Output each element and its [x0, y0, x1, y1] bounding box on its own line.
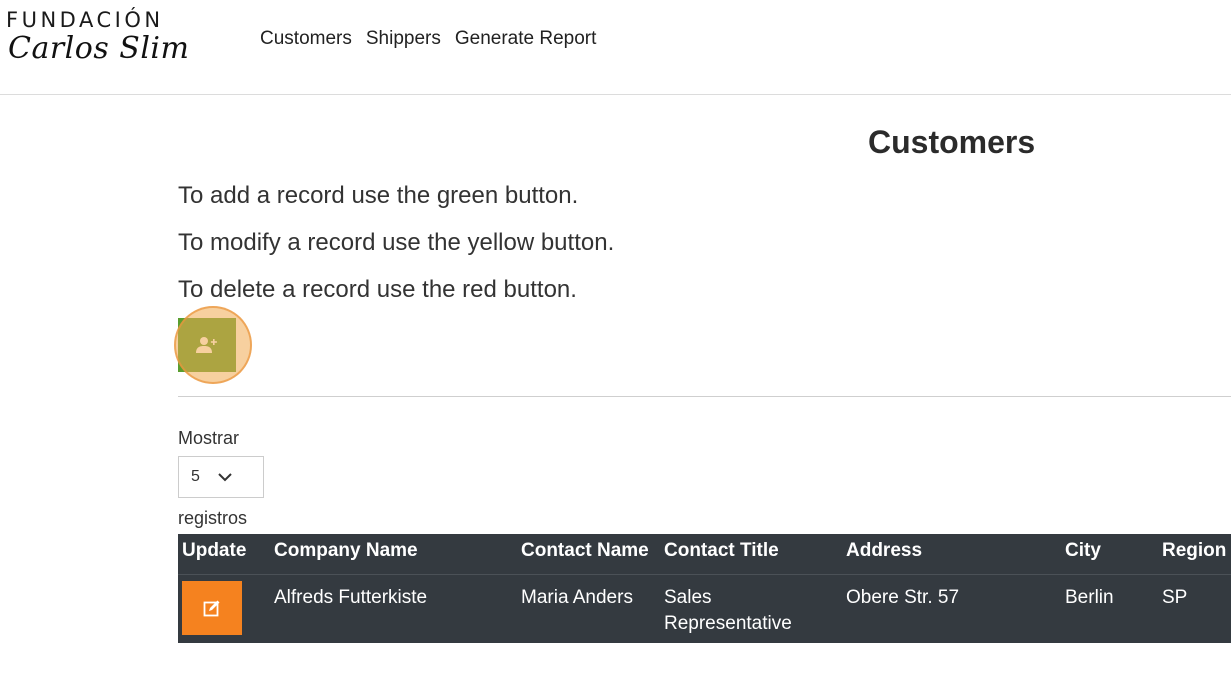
cell-contact-name: Maria Anders	[517, 574, 660, 643]
nav-links: Customers Shippers Generate Report	[260, 28, 610, 50]
cell-address: Obere Str. 57	[842, 574, 1061, 643]
instruction-add: To add a record use the green button.	[178, 182, 579, 209]
logo-bottom-text: Carlos Slim	[8, 31, 190, 66]
page-title: Customers	[868, 124, 1036, 160]
chevron-down-icon	[218, 473, 232, 482]
cell-contact-title: Sales Representative	[660, 574, 842, 643]
col-city[interactable]: City	[1061, 534, 1158, 575]
add-user-icon	[196, 337, 217, 353]
logo-top-text: FUNDACIÓN	[6, 8, 164, 32]
col-contact-name[interactable]: Contact Name	[517, 534, 660, 575]
nav-customers[interactable]: Customers	[260, 28, 352, 50]
cell-city: Berlin	[1061, 574, 1158, 643]
col-company-name[interactable]: Company Name	[270, 534, 517, 575]
update-cell	[178, 574, 270, 643]
page-length-value: 5	[191, 468, 200, 485]
navbar: FUNDACIÓN Carlos Slim Customers Shippers…	[0, 0, 1231, 95]
length-label-after: registros	[178, 508, 248, 528]
col-update[interactable]: Update	[178, 534, 270, 575]
table-header-row: Update Company Name Contact Name Contact…	[178, 534, 1231, 575]
add-record-button[interactable]	[178, 318, 236, 372]
instruction-delete: To delete a record use the red button.	[178, 276, 577, 303]
table-row: Alfreds Futterkiste Maria Anders Sales R…	[178, 574, 1231, 643]
edit-icon	[203, 600, 220, 617]
customers-table: Update Company Name Contact Name Contact…	[178, 534, 1231, 643]
col-region[interactable]: Region	[1158, 534, 1231, 575]
nav-generate-report[interactable]: Generate Report	[455, 28, 597, 50]
edit-record-button[interactable]	[182, 581, 242, 635]
nav-shippers[interactable]: Shippers	[366, 28, 441, 50]
page-length-select[interactable]: 5	[178, 456, 264, 498]
cell-company: Alfreds Futterkiste	[270, 574, 517, 643]
col-contact-title[interactable]: Contact Title	[660, 534, 842, 575]
instruction-modify: To modify a record use the yellow button…	[178, 229, 615, 256]
length-label-before: Mostrar	[178, 428, 240, 448]
logo[interactable]: FUNDACIÓN Carlos Slim	[6, 8, 189, 66]
col-address[interactable]: Address	[842, 534, 1061, 575]
divider	[178, 396, 1231, 397]
cell-region: SP	[1158, 574, 1231, 643]
